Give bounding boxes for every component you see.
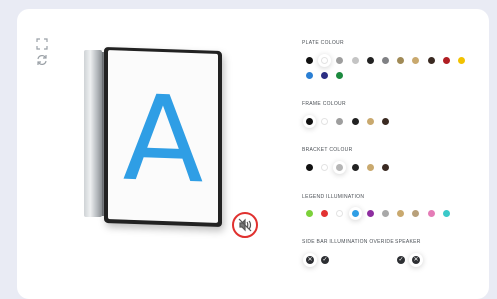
frame-colour-swatch[interactable] [351,118,359,125]
legend-illumination-swatch[interactable] [427,210,435,217]
plate-colour-swatch[interactable] [366,57,374,64]
speaker-on-toggle[interactable]: ✓ [397,256,405,264]
bracket-colour-swatch[interactable] [382,164,389,171]
bracket-colour-title: BRACKET COLOUR [302,147,353,153]
sign-plate: A [108,50,218,223]
legend-illumination-title: LEGEND ILLUMINATION [302,194,365,200]
plate-colour-swatch[interactable] [382,57,389,64]
legend-illumination-swatch[interactable] [351,210,359,217]
sign-preview[interactable]: A [80,46,230,234]
legend-illumination-swatch[interactable] [366,210,374,217]
bracket-colour-swatch[interactable] [351,164,359,171]
frame-colour-swatch[interactable] [382,118,389,125]
speaker-muted-icon[interactable] [232,212,258,238]
close-icon: ✕ [307,257,313,263]
expand-icon[interactable] [36,38,48,50]
legend-illumination-swatch[interactable] [442,210,450,217]
plate-colour-swatch[interactable] [458,57,465,64]
speaker-off-toggle[interactable]: ✕ [412,256,420,264]
plate-colour-swatch[interactable] [351,57,359,64]
speaker-title: SPEAKER [395,239,421,245]
side-bar-off-toggle[interactable]: ✕ [306,256,314,264]
bracket-colour-swatch[interactable] [306,164,313,171]
plate-colour-title: PLATE COLOUR [302,40,344,46]
plate-colour-swatch[interactable] [442,57,450,64]
frame-colour-title: FRAME COLOUR [302,101,346,107]
check-icon: ✓ [322,257,328,263]
legend-illumination-swatch[interactable] [306,210,313,217]
plate-colour-swatch[interactable] [306,57,313,64]
rotate-icon[interactable] [36,54,48,66]
plate-colour-swatch[interactable] [427,57,435,64]
frame-colour-swatch[interactable] [366,118,374,125]
side-bar-illumination-title: SIDE BAR ILLUMINATION OVERIDE [302,239,394,245]
side-bar [84,50,102,217]
check-icon: ✓ [398,257,404,263]
close-icon: ✕ [413,257,419,263]
legend-illumination-swatch[interactable] [382,210,389,217]
plate-colour-swatch[interactable] [306,72,313,79]
bracket-colour-swatch[interactable] [366,164,374,171]
side-bar-on-toggle[interactable]: ✓ [321,256,329,264]
frame-colour-swatch[interactable] [306,118,313,125]
legend-letter: A [122,68,204,209]
